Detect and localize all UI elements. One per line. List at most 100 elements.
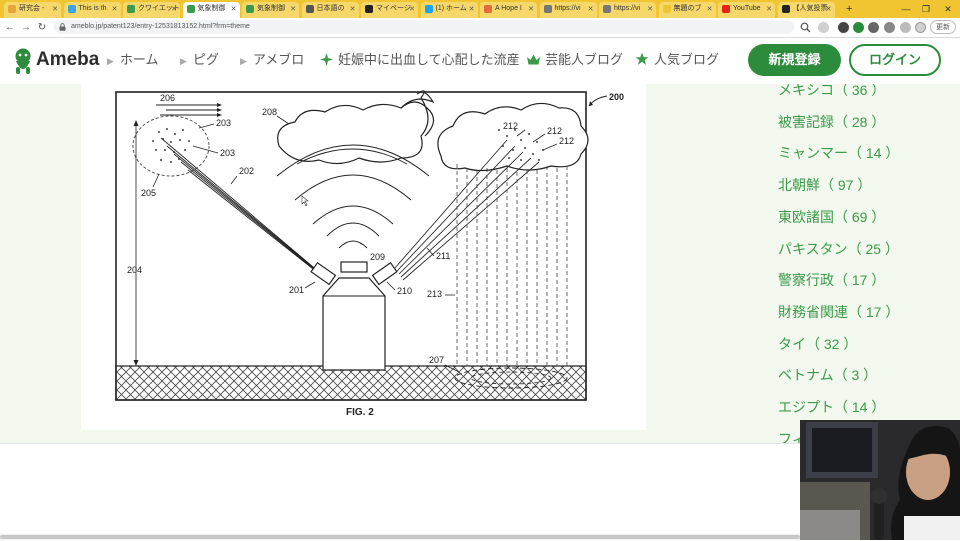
category-name: エジプト [778,399,834,415]
category-paren: ） [867,113,886,130]
category-link[interactable]: ミャンマー（ 14 ） [778,144,899,162]
forward-icon[interactable]: → [19,18,33,37]
search-icon[interactable] [800,22,811,33]
close-tab-icon[interactable]: ✕ [707,3,713,17]
category-name: メキシコ [778,84,834,98]
ameba-logo-icon[interactable] [12,47,34,75]
new-tab-button[interactable]: + [846,1,852,17]
address-bar[interactable]: ameblo.jp/patent123/entry-12531813152.ht… [54,20,794,34]
browser-tab[interactable]: 研究会 - ✕ [4,2,61,18]
svg-text:201: 201 [289,285,304,295]
ameba-logo-text[interactable]: Ameba [36,48,99,72]
nav-ameblo[interactable]: ▶ アメブロ [240,50,304,71]
maximize-button[interactable]: ❐ [916,0,936,18]
category-link[interactable]: 被害記録（ 28 ） [778,113,885,131]
category-paren: ） [867,399,886,415]
nav-home[interactable]: ▶ ホーム [107,50,159,71]
profile-icon[interactable] [915,22,926,33]
close-tab-icon[interactable]: ✕ [290,3,296,17]
register-button[interactable]: 新規登録 [748,44,841,76]
browser-tab[interactable]: 無題のブ ✕ [658,2,716,18]
browser-tab[interactable]: 日本語の ✕ [301,2,359,18]
category-paren: ） [867,272,886,289]
category-paren: （ [820,177,838,194]
category-paren: （ [834,208,852,225]
svg-text:202: 202 [239,166,254,176]
close-tab-icon[interactable]: ✕ [826,3,832,17]
extension-icon[interactable] [838,22,849,33]
url-text: ameblo.jp/patent123/entry-12531813152.ht… [71,23,250,30]
browser-tab[interactable]: https://vi ✕ [599,2,656,18]
browser-tab[interactable]: 気象制御 ✕ [242,2,299,18]
update-button[interactable]: 更新 [930,20,956,34]
category-name: ベトナム [778,367,834,384]
svg-text:210: 210 [397,286,412,296]
tab-title: https://vi [554,5,581,12]
browser-tab[interactable]: YouTube ✕ [718,2,775,18]
browser-tab[interactable]: クワイエット ✕ [123,2,180,18]
nav-pigg[interactable]: ▶ ピグ [180,50,219,71]
tab-title: 気象制御 [197,5,226,12]
close-tab-icon[interactable]: ✕ [469,3,475,17]
close-tab-icon[interactable]: ✕ [171,3,177,17]
category-count: 36 [851,84,868,98]
nav-label: ピグ [192,52,219,67]
close-tab-icon[interactable]: ✕ [647,3,653,17]
close-tab-icon[interactable]: ✕ [528,3,534,17]
chevron-right-icon: ▶ [107,56,114,66]
category-link[interactable]: タイ（ 32 ） [778,335,857,353]
close-tab-icon[interactable]: ✕ [766,3,772,17]
extension-icon[interactable] [900,22,911,33]
close-tab-icon[interactable]: ✕ [409,3,415,17]
close-tab-icon[interactable]: ✕ [350,3,356,17]
category-paren: ） [881,145,900,162]
category-name: パキスタン [778,240,848,257]
login-button[interactable]: ログイン [849,44,941,76]
svg-text:203: 203 [216,118,231,128]
close-tab-icon[interactable]: ✕ [112,3,118,17]
browser-tab[interactable]: A Hope I ✕ [480,2,537,18]
tab-favicon-icon [305,5,314,13]
extension-icon[interactable] [868,22,879,33]
share-icon[interactable] [818,22,829,33]
nav-label: ホーム [119,52,159,67]
category-count: 69 [851,208,868,225]
tab-title: マイページ [376,5,411,12]
category-link[interactable]: 東欧諸国（ 69 ） [778,208,885,226]
category-link[interactable]: パキスタン（ 25 ） [778,240,899,258]
svg-text:212: 212 [503,121,518,131]
close-tab-icon[interactable]: ✕ [52,3,58,17]
category-link[interactable]: 財務省関連（ 17 ） [778,303,899,321]
category-link[interactable]: 警察行政（ 17 ） [778,271,885,289]
scrollbar-thumb[interactable] [0,535,800,539]
back-icon[interactable]: ← [3,18,17,37]
close-window-button[interactable]: ✕ [938,0,958,18]
tab-favicon-icon [722,5,730,13]
browser-tab[interactable]: (1) ホーム ✕ [420,2,478,18]
browser-tab[interactable]: This is th ✕ [63,2,121,18]
svg-text:209: 209 [370,252,385,262]
tab-favicon-icon [543,5,552,13]
nav-popular-blogs[interactable]: 人気ブログ [635,50,719,70]
close-tab-icon[interactable]: ✕ [588,3,594,17]
tab-favicon-icon [67,5,76,13]
category-name: 被害記録 [778,113,834,130]
svg-text:206: 206 [160,93,175,103]
browser-tab[interactable]: 【人気投票 ✕ [777,2,835,18]
category-link[interactable]: エジプト（ 14 ） [778,398,885,416]
category-paren: ） [859,367,878,384]
browser-tab[interactable]: マイページ ✕ [361,2,418,18]
category-link[interactable]: 北朝鮮（ 97 ） [778,176,871,194]
nav-trending-topic[interactable]: 妊娠中に出血して心配した流産 [320,50,520,70]
nav-celebrity-blogs[interactable]: 芸能人ブログ [526,50,623,70]
category-link[interactable]: メキシコ（ 36 ） [778,84,885,99]
browser-tab[interactable]: 気象制御 ✕ [182,2,240,18]
extension-icon[interactable] [884,22,895,33]
minimize-button[interactable]: — [896,0,916,18]
reload-icon[interactable]: ↻ [35,18,49,37]
category-link[interactable]: ベトナム（ 3 ） [778,366,877,384]
extension-icon[interactable] [853,22,864,33]
webcam-image [800,420,960,540]
browser-tab[interactable]: https://vi ✕ [539,2,597,18]
close-tab-icon[interactable]: ✕ [231,3,237,17]
